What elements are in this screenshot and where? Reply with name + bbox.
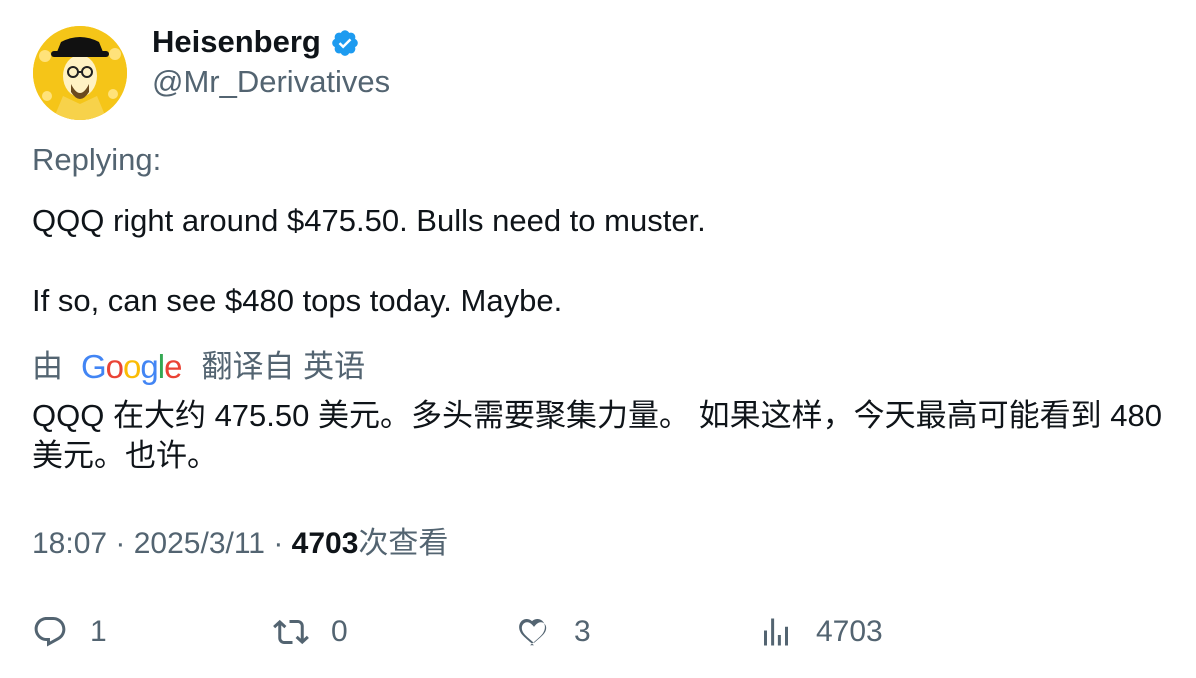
meta-separator: · <box>115 527 134 560</box>
views-label: 次查看 <box>358 527 449 560</box>
tweet-date[interactable]: 2025/3/11 <box>134 527 265 560</box>
meta-separator: · <box>273 527 292 560</box>
replying-label: Replying: <box>32 142 162 177</box>
like-count: 3 <box>574 615 591 648</box>
verified-badge-icon[interactable] <box>330 28 360 58</box>
retweet-count: 0 <box>331 615 348 648</box>
author-display-name[interactable]: Heisenberg <box>152 22 321 62</box>
like-button[interactable]: 3 <box>516 610 591 654</box>
author-handle[interactable]: @Mr_Derivatives <box>152 62 390 102</box>
heart-icon <box>519 618 547 646</box>
tweet-time[interactable]: 18:07 <box>32 527 107 560</box>
tweet-line-1: QQQ right around $475.50. Bulls need to … <box>32 203 706 238</box>
translation-attribution: 由 Google 翻译自 英语 <box>32 347 365 387</box>
avatar-image <box>33 26 127 120</box>
analytics-icon <box>764 618 788 646</box>
translation-by-label: 由 <box>32 349 63 384</box>
author-name-row[interactable]: Heisenberg <box>152 22 360 62</box>
reply-count: 1 <box>90 615 107 648</box>
retweet-button[interactable]: 0 <box>273 610 348 654</box>
google-logo-icon: Google <box>81 348 182 385</box>
retweet-icon <box>273 619 309 645</box>
tweet-text: QQQ right around $475.50. Bulls need to … <box>32 201 706 321</box>
reply-icon <box>34 617 66 647</box>
reply-button[interactable]: 1 <box>32 610 107 654</box>
translated-from-label: 翻译自 英语 <box>201 349 366 384</box>
views-button[interactable]: 4703 <box>758 610 883 654</box>
tweet-line-2: If so, can see $480 tops today. Maybe. <box>32 283 563 318</box>
translated-text: QQQ 在大约 475.50 美元。多头需要聚集力量。 如果这样，今天最高可能看… <box>32 398 1162 473</box>
views-count: 4703 <box>291 527 359 560</box>
views-action-count: 4703 <box>816 615 883 648</box>
tweet-meta: 18:07 · 2025/3/11 · 4703次查看 <box>32 524 448 564</box>
tweet-actions: 1 0 3 4703 <box>32 610 1172 654</box>
avatar[interactable] <box>33 26 127 120</box>
